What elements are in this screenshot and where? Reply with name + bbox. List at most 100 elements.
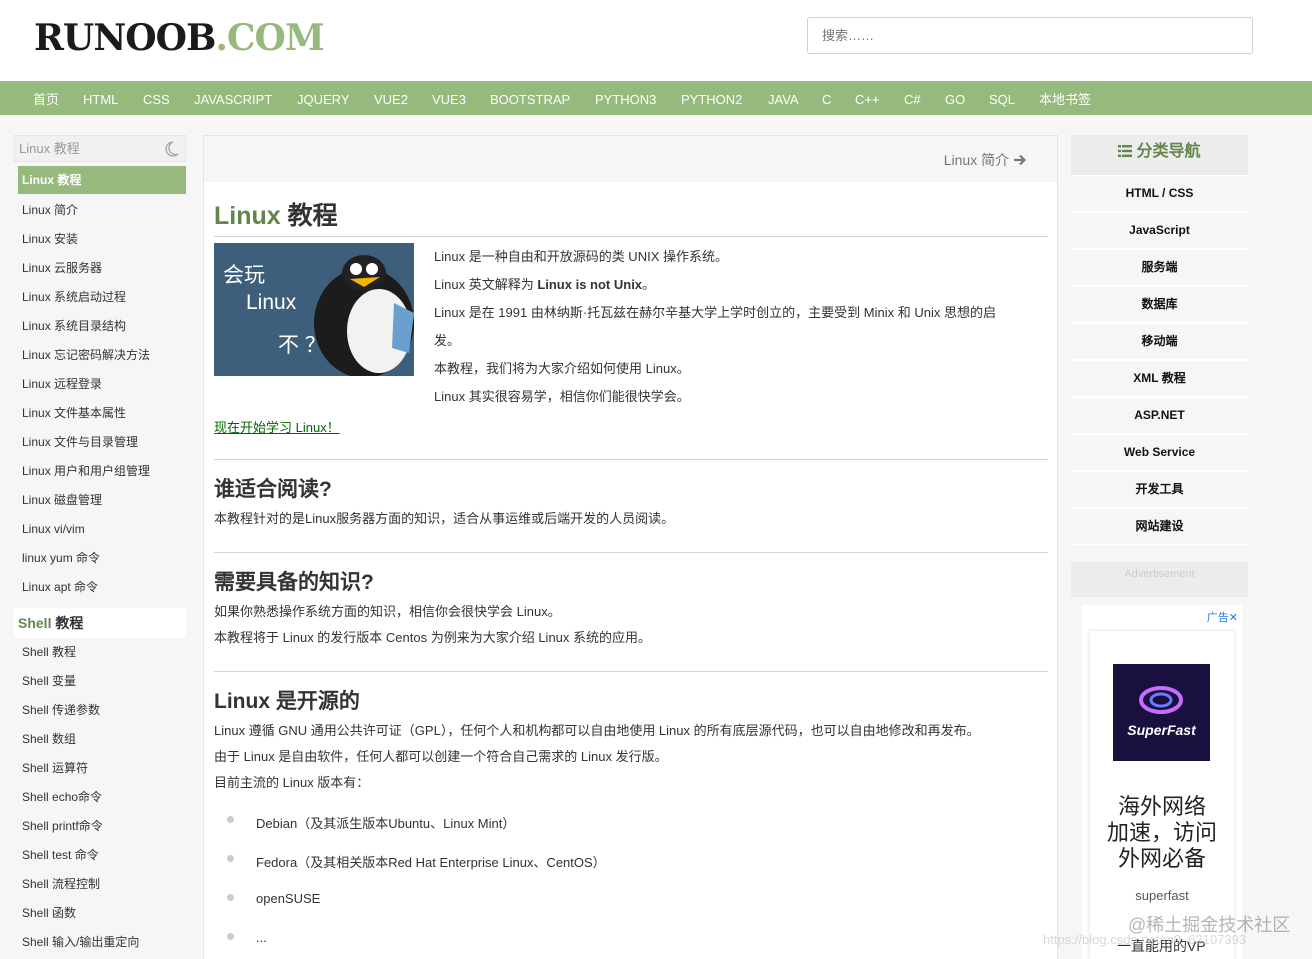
ad-banner[interactable]: 广告✕ SuperFast 海外网络 加速，访问 外网必备 superfast: [1082, 605, 1242, 959]
distro-item: openSUSE: [256, 891, 321, 906]
intro-p2: Linux 英文解释为 Linux is not Unix。: [434, 271, 655, 299]
sidebar-item[interactable]: Linux 云服务器: [14, 254, 186, 283]
section-title-prereq: 需要具备的知识?: [214, 571, 374, 594]
intro-p2-bold: Linux is not Unix: [537, 277, 643, 292]
category-item[interactable]: 移动端: [1071, 323, 1248, 360]
category-item[interactable]: JavaScript: [1071, 212, 1248, 249]
sidebar-search-placeholder: Linux 教程: [19, 141, 80, 156]
divider: [214, 552, 1048, 553]
category-item[interactable]: 开发工具: [1071, 471, 1248, 508]
section-text-opensource-3: 目前主流的 Linux 版本有：: [214, 775, 370, 790]
nav-item[interactable]: SQL: [989, 81, 1015, 119]
hero-text-1: 会玩: [223, 264, 265, 287]
nav-item[interactable]: VUE3: [432, 81, 466, 119]
page-title: Linux 教程: [214, 196, 338, 232]
category-item[interactable]: ASP.NET: [1071, 397, 1248, 434]
sidebar-item[interactable]: Shell 运算符: [14, 754, 186, 783]
sidebar-item[interactable]: Linux 系统目录结构: [14, 312, 186, 341]
page-title-cn: 教程: [280, 202, 338, 230]
sidebar-item[interactable]: Linux 用户和用户组管理: [14, 457, 186, 486]
nav-item[interactable]: CSS: [143, 81, 170, 119]
nav-item[interactable]: GO: [945, 81, 965, 119]
site-header: RUNOOB.COM: [0, 0, 1312, 81]
sidebar-item[interactable]: Shell 输入/输出重定向: [14, 928, 186, 957]
sidebar-item[interactable]: Linux apt 命令: [14, 573, 186, 602]
sidebar-item[interactable]: Linux 教程: [18, 166, 186, 194]
category-item[interactable]: HTML / CSS: [1071, 175, 1248, 212]
category-item[interactable]: 服务端: [1071, 249, 1248, 286]
sidebar-item[interactable]: Shell printf命令: [14, 812, 186, 841]
category-nav-label: 分类导航: [1136, 143, 1201, 160]
arrow-right-icon: [1014, 154, 1027, 166]
sidebar-item[interactable]: Shell 数组: [14, 725, 186, 754]
nav-item[interactable]: 首页: [33, 81, 59, 119]
page-title-en: Linux: [214, 202, 281, 230]
sidebar-item[interactable]: Linux 系统启动过程: [14, 283, 186, 312]
advertisement-label: Advertisement: [1071, 562, 1248, 597]
divider: [214, 459, 1048, 460]
section-text-prereq-2: 本教程将于 Linux 的发行版本 Centos 为例来为大家介绍 Linux …: [214, 630, 652, 645]
nav-item[interactable]: C++: [855, 81, 880, 119]
section-text-opensource-1: Linux 遵循 GNU 通用公共许可证（GPL），任何个人和机构都可以自由地使…: [214, 723, 980, 738]
sidebar-search[interactable]: Linux 教程: [14, 135, 186, 162]
nav-item[interactable]: JAVA: [768, 81, 799, 119]
sidebar-item[interactable]: linux yum 命令: [14, 544, 186, 573]
bullet-icon: [227, 855, 234, 862]
shell-section-en: Shell: [18, 615, 52, 631]
moon-icon[interactable]: [161, 139, 181, 159]
nav-item[interactable]: 本地书签: [1039, 81, 1091, 119]
sidebar-item[interactable]: Linux 文件基本属性: [14, 399, 186, 428]
sidebar-item[interactable]: Linux 忘记密码解决方法: [14, 341, 186, 370]
sidebar-item[interactable]: Linux 安装: [14, 225, 186, 254]
intro-p1: Linux 是一种自由和开放源码的类 UNIX 操作系统。: [434, 249, 728, 264]
sidebar-item[interactable]: Linux 磁盘管理: [14, 486, 186, 515]
ad-brand: superfast: [1135, 888, 1189, 903]
category-nav-title: 分类导航: [1071, 135, 1248, 175]
sidebar-item[interactable]: Shell 函数: [14, 899, 186, 928]
category-item[interactable]: XML 教程: [1071, 360, 1248, 397]
bullet-icon: [227, 894, 234, 901]
ad-card[interactable]: SuperFast 海外网络 加速，访问 外网必备 superfast: [1090, 631, 1234, 959]
linux-menu: Linux 教程 Linux 简介 Linux 安装 Linux 云服务器 Li…: [14, 166, 186, 602]
intro-p4: 本教程，我们将为大家介绍如何使用 Linux。: [434, 361, 690, 376]
sidebar-item[interactable]: Shell 变量: [14, 667, 186, 696]
start-learning-link[interactable]: 现在开始学习 Linux！: [214, 417, 340, 436]
ad-close-badge[interactable]: 广告✕: [1207, 609, 1238, 625]
section-text-prereq-1: 如果你熟悉操作系统方面的知识，相信你会很快学会 Linux。: [214, 604, 561, 619]
nav-item[interactable]: PYTHON2: [681, 81, 742, 119]
sidebar-item[interactable]: Shell 教程: [14, 638, 186, 667]
intro-p2-pre: Linux 英文解释为: [434, 277, 538, 292]
category-item[interactable]: 数据库: [1071, 286, 1248, 323]
category-item[interactable]: 网站建设: [1071, 508, 1248, 545]
list-icon: [1118, 145, 1133, 157]
sidebar-item[interactable]: Shell 流程控制: [14, 870, 186, 899]
sidebar-item[interactable]: Shell test 命令: [14, 841, 186, 870]
section-text-audience: 本教程针对的是Linux服务器方面的知识，适合从事运维或后端开发的人员阅读。: [214, 511, 675, 526]
ad-logo-label: SuperFast: [1127, 722, 1196, 738]
intro-p3b: 发。: [434, 333, 461, 348]
divider: [214, 236, 1048, 237]
category-item[interactable]: Web Service: [1071, 434, 1248, 471]
nav-item[interactable]: C: [822, 81, 831, 119]
sidebar-item[interactable]: Shell echo命令: [14, 783, 186, 812]
sidebar-item[interactable]: Linux vi/vim: [14, 515, 186, 544]
sidebar-item[interactable]: Shell 传递参数: [14, 696, 186, 725]
sidebar-item[interactable]: Linux 简介: [14, 196, 186, 225]
logo-main: RUNOOB: [34, 17, 216, 59]
nav-item[interactable]: C#: [904, 81, 921, 119]
right-sidebar: 分类导航 HTML / CSS JavaScript 服务端 数据库 移动端 X…: [1071, 135, 1248, 545]
intro-p2-post: 。: [642, 277, 656, 292]
next-page-link[interactable]: Linux 简介: [944, 150, 1027, 170]
sidebar-item[interactable]: Linux 文件与目录管理: [14, 428, 186, 457]
nav-item[interactable]: BOOTSTRAP: [490, 81, 570, 119]
distro-item: Debian（及其派生版本Ubuntu、Linux Mint）: [256, 816, 516, 831]
nav-item[interactable]: PYTHON3: [595, 81, 656, 119]
nav-item[interactable]: VUE2: [374, 81, 408, 119]
nav-item[interactable]: HTML: [83, 81, 118, 119]
search-input[interactable]: [807, 17, 1253, 54]
sidebar-item[interactable]: Linux 远程登录: [14, 370, 186, 399]
nav-item[interactable]: JAVASCRIPT: [194, 81, 272, 119]
bullet-icon: [227, 816, 234, 823]
site-logo[interactable]: RUNOOB.COM: [34, 17, 325, 59]
nav-item[interactable]: JQUERY: [297, 81, 350, 119]
